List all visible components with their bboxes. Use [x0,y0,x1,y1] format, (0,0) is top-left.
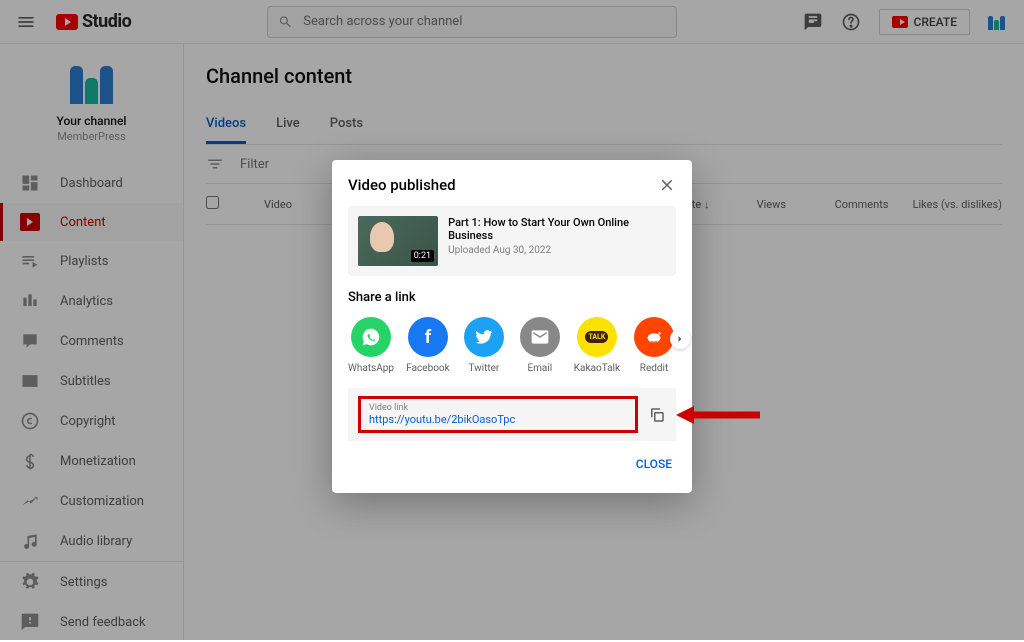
share-scroll-right[interactable] [670,329,690,349]
facebook-icon: f [408,317,448,357]
video-published-dialog: Video published 0:21 Part 1: How to Star… [332,160,692,493]
share-row: WhatsApp fFacebook Twitter Email TALKKak… [348,317,676,374]
dialog-footer: CLOSE [348,451,676,477]
email-icon [520,317,560,357]
close-button[interactable]: CLOSE [632,451,676,477]
video-title: Part 1: How to Start Your Own Online Bus… [448,216,666,242]
twitter-icon [464,317,504,357]
duration-badge: 0:21 [411,250,434,262]
share-heading: Share a link [348,290,676,305]
annotation-arrow [676,403,760,427]
share-whatsapp[interactable]: WhatsApp [348,317,394,374]
video-link-label: Video link [369,403,627,413]
share-kakaotalk[interactable]: TALKKakaoTalk [574,317,620,374]
video-link-url[interactable]: https://youtu.be/2bikOasoTpc [369,413,627,426]
modal-overlay[interactable]: Video published 0:21 Part 1: How to Star… [0,0,1024,640]
copy-icon[interactable] [648,406,666,424]
video-link-box: Video link https://youtu.be/2bikOasoTpc [348,388,676,441]
reddit-icon [634,317,674,357]
video-card: 0:21 Part 1: How to Start Your Own Onlin… [348,206,676,276]
dialog-title: Video published [348,176,456,194]
share-twitter[interactable]: Twitter [462,317,506,374]
kakaotalk-icon: TALK [577,317,617,357]
share-email[interactable]: Email [518,317,562,374]
video-link-highlight: Video link https://youtu.be/2bikOasoTpc [358,396,638,433]
whatsapp-icon [351,317,391,357]
share-reddit[interactable]: Reddit [632,317,676,374]
video-uploaded: Uploaded Aug 30, 2022 [448,245,666,256]
close-icon[interactable] [658,176,676,194]
video-thumbnail: 0:21 [358,216,438,266]
dialog-header: Video published [348,176,676,194]
share-facebook[interactable]: fFacebook [406,317,450,374]
